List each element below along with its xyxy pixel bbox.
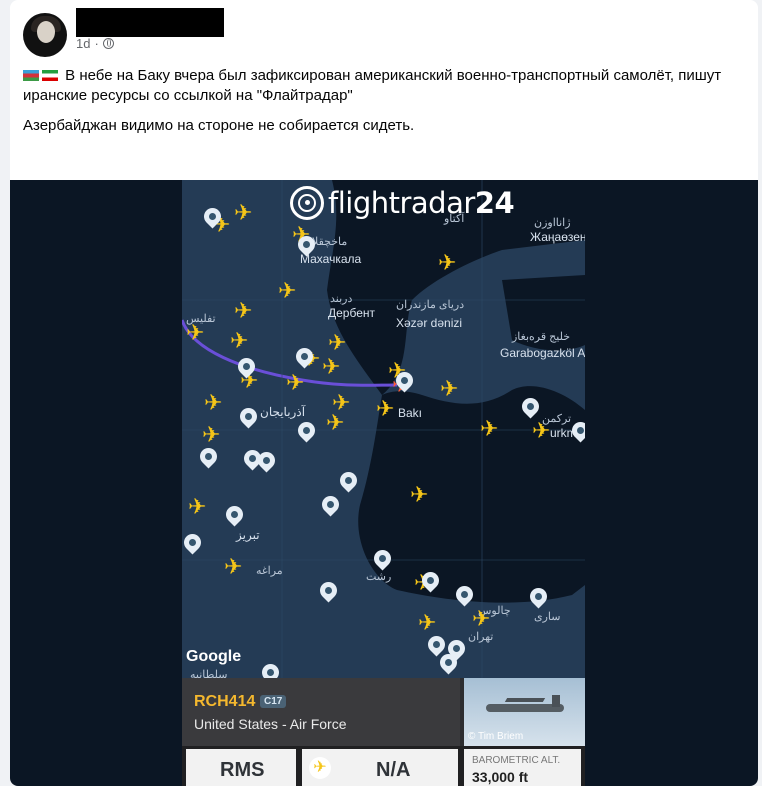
label-baku: Bakı — [398, 406, 423, 420]
plane-icon[interactable]: ✈ — [286, 372, 304, 394]
label-derbent-fa: دربند — [330, 293, 353, 305]
flight-info-panel[interactable]: RCH414 C17 United States - Air Force © T… — [182, 678, 585, 786]
plane-icon[interactable]: ✈ — [326, 412, 344, 434]
origin-box[interactable]: RMS — [186, 749, 296, 786]
plane-icon[interactable]: ✈ — [188, 496, 206, 518]
plane-icon[interactable]: ✈ — [224, 556, 242, 578]
plane-icon[interactable]: ✈ — [234, 300, 252, 322]
plane-icon[interactable]: ✈ — [322, 356, 340, 378]
label-rasht-fa: رشت — [366, 571, 392, 583]
plane-icon[interactable]: ✈ — [278, 280, 296, 302]
post-text-line-2: Азербайджан видимо на стороне не собирае… — [23, 117, 415, 134]
flightradar-map-image[interactable]: flightradar24 ماخچقلا Махачкала دربند Де… — [182, 180, 585, 678]
plane-icon[interactable]: ✈ — [186, 322, 204, 344]
globe-icon[interactable] — [102, 38, 114, 49]
flight-callsign: RCH414 — [194, 693, 256, 710]
post-meta: 1d · — [76, 36, 114, 51]
altitude-label: BAROMETRIC ALT. — [472, 755, 561, 766]
facebook-post-card: 1d · В небе на Баку вчера был зафиксиров… — [10, 0, 758, 786]
plane-icon[interactable]: ✈ — [328, 332, 346, 354]
avatar[interactable] — [23, 13, 67, 57]
altitude-box[interactable]: BAROMETRIC ALT. 33,000 ft — [464, 749, 581, 786]
photo-credit: © Tim Briem — [468, 731, 524, 742]
label-derbent: Дербент — [328, 306, 376, 320]
plane-icon[interactable]: ✈ — [532, 420, 550, 442]
destination-code: N/A — [376, 759, 411, 781]
flight-operator: United States - Air Force — [194, 716, 347, 732]
plane-icon[interactable]: ✈ — [204, 392, 222, 414]
flag-az-icon — [23, 70, 39, 81]
plane-icon[interactable]: ✈ — [418, 612, 436, 634]
label-karabogaz-fa: خلیج قره‌بغاز — [512, 331, 571, 343]
label-karabogaz: Garabogazköl A — [500, 346, 585, 360]
redacted-author-name[interactable] — [76, 8, 224, 37]
flightradar-wordmark: flightradar24 — [328, 186, 515, 220]
label-aktau-fa: آکتاو — [444, 213, 465, 225]
label-tehran-fa: تهران — [468, 631, 494, 643]
map-geography — [182, 180, 585, 678]
label-soltanieh-fa: سلطانیه — [190, 669, 228, 678]
plane-icon[interactable]: ✈ — [202, 424, 220, 446]
plane-icon[interactable]: ✈ — [472, 608, 490, 630]
flightradar-logo: flightradar24 — [290, 186, 515, 220]
plane-icon[interactable]: ✈ — [410, 484, 428, 506]
avatar-face — [37, 21, 55, 43]
altitude-value: 33,000 ft — [472, 769, 529, 785]
plane-icon[interactable]: ✈ — [234, 202, 252, 224]
label-sari-fa: ساری — [534, 611, 561, 623]
plane-icon[interactable]: ✈ — [440, 378, 458, 400]
route-plane-icon: ✈ — [309, 757, 331, 779]
plane-icon[interactable]: ✈ — [480, 418, 498, 440]
origin-code: RMS — [220, 759, 265, 781]
aircraft-tail — [552, 695, 560, 707]
aircraft-type-badge: C17 — [260, 695, 287, 708]
plane-icon[interactable]: ✈ — [376, 398, 394, 420]
label-makhachkala: Махачкала — [300, 252, 362, 266]
post-text-paragraph-1: В небе на Баку вчера был зафиксирован ам… — [23, 66, 743, 106]
label-makhachkala-fa: ماخچقلا — [312, 236, 348, 248]
google-attribution: Google — [186, 648, 242, 665]
flightradar-logo-icon — [290, 186, 324, 220]
aircraft-wing — [504, 698, 546, 702]
label-azerbaijan-fa: آذربایجان — [260, 405, 306, 419]
label-caspian-fa: دریای مازندران — [396, 299, 465, 311]
plane-icon[interactable]: ✈ — [230, 330, 248, 352]
post-timestamp[interactable]: 1d — [76, 36, 90, 51]
meta-separator: · — [94, 36, 99, 51]
brand-number: 24 — [474, 186, 515, 220]
label-zhanaozen: Жаңаөзен — [530, 230, 585, 244]
label-maragheh-fa: مراغه — [256, 565, 283, 577]
aircraft-photo[interactable]: © Tim Briem — [464, 678, 585, 746]
flag-ir-icon — [42, 70, 58, 81]
label-zhanaozen-fa: ژانااوزن — [534, 217, 571, 229]
flight-header: RCH414 C17 United States - Air Force — [182, 678, 460, 746]
flight-details-row: RMS N/A ✈ BAROMETRIC ALT. 33,000 ft — [182, 746, 585, 786]
label-caspian-az: Xəzər dənizi — [396, 316, 463, 330]
plane-icon[interactable]: ✈ — [438, 252, 456, 274]
label-tabriz-fa: تبریز — [236, 528, 260, 542]
post-text-line-1: В небе на Баку вчера был зафиксирован ам… — [23, 67, 722, 104]
